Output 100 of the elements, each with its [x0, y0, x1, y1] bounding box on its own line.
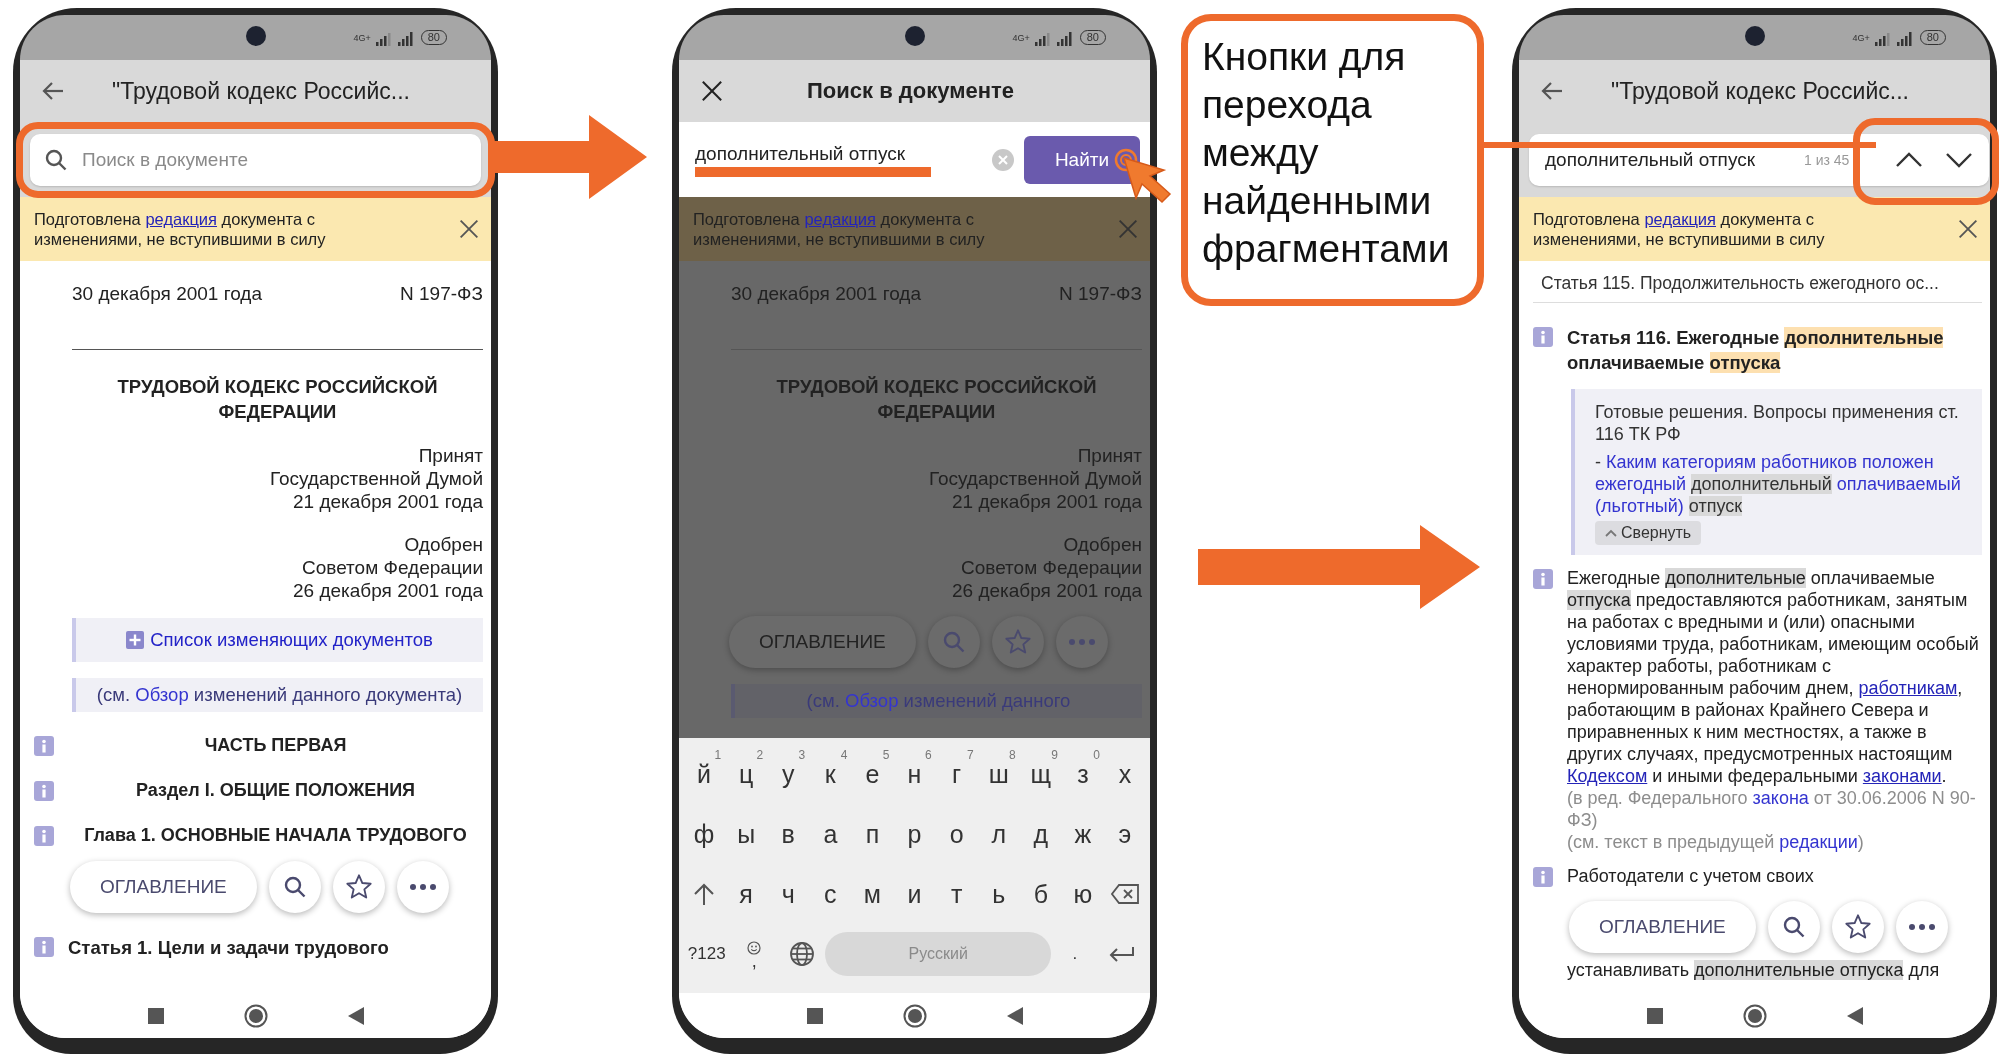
close-button[interactable] — [459, 219, 479, 239]
keyboard-key[interactable]: к 4 — [809, 748, 852, 800]
link[interactable]: редакция — [1644, 210, 1716, 228]
keyboard-key[interactable]: л — [977, 808, 1020, 860]
home-button[interactable] — [243, 1003, 268, 1028]
search-field[interactable]: дополнительный отпуск — [1543, 147, 1792, 172]
enter-icon — [1109, 946, 1136, 962]
keyboard-key[interactable]: о — [935, 808, 978, 860]
document-title: ТРУДОВОЙ КОДЕКС РОССИЙСКОЙ ФЕДЕРАЦИИ — [116, 375, 439, 424]
link[interactable]: редакции — [1779, 832, 1858, 852]
more-button[interactable] — [396, 861, 449, 913]
paragraph-text: (см. текст в предыдущей редакции) — [1567, 831, 1865, 853]
recents-button[interactable] — [806, 1007, 823, 1024]
section-heading: Глава 1. ОСНОВНЫЕ НАЧАЛА ТРУДОВОГО — [83, 824, 468, 847]
search-bar[interactable]: дополнительный отпуск 1 из 45 — [1529, 133, 1990, 186]
back-button[interactable] — [347, 1006, 364, 1025]
paragraph-text: Работодатели с учетом своих — [1567, 865, 1815, 887]
keyboard-key[interactable]: и — [893, 868, 936, 920]
document-number: N 197-ФЗ — [1059, 283, 1142, 305]
collapse-button[interactable]: Свернуть — [1595, 521, 1702, 545]
keyboard-key[interactable]: т — [935, 868, 978, 920]
keyboard-key[interactable]: ш 8 — [977, 748, 1020, 800]
chevron-up-icon — [1895, 151, 1924, 168]
keyboard-key[interactable]: ж — [1061, 808, 1104, 860]
link[interactable]: работникам — [1858, 678, 1958, 698]
keyboard-key[interactable]: э — [1103, 808, 1147, 860]
search-icon — [941, 630, 966, 654]
find-button[interactable]: Найти — [1024, 135, 1140, 184]
home-button[interactable] — [1742, 1003, 1767, 1028]
back-button[interactable] — [1541, 81, 1563, 101]
link[interactable]: законами — [1862, 766, 1942, 786]
keyboard-key[interactable]: ю — [1061, 868, 1104, 920]
close-button[interactable] — [1958, 219, 1978, 239]
keyboard-key[interactable]: р — [893, 808, 936, 860]
app-title: Поиск в документе — [806, 78, 1015, 104]
bookmark-button[interactable] — [1831, 901, 1884, 953]
keyboard-key[interactable]: б — [1019, 868, 1062, 920]
back-button[interactable] — [42, 81, 64, 101]
contents-button[interactable]: ОГЛАВЛЕНИЕ — [1569, 901, 1756, 953]
back-button[interactable] — [1006, 1006, 1023, 1025]
close-icon — [1118, 219, 1138, 239]
article-heading: Статья 116. Ежегодные дополнительные оплачиваемые отпуска — [1567, 326, 1945, 375]
recents-button[interactable] — [147, 1007, 164, 1024]
star-icon — [1843, 913, 1872, 941]
emoji-key[interactable]: , — [730, 928, 778, 980]
keyboard-key[interactable]: з 0 — [1061, 748, 1104, 800]
approval-text: Принят Государственной Думой 21 декабря 2001 года — [927, 444, 1142, 513]
search-button[interactable] — [268, 861, 321, 913]
globe-icon — [788, 941, 815, 967]
chevron-up-icon — [1605, 529, 1617, 537]
recents-button[interactable] — [1646, 1007, 1663, 1024]
link[interactable]: редакция — [145, 210, 217, 228]
search-icon — [44, 147, 68, 172]
keyboard-key[interactable]: ?123 — [683, 928, 731, 980]
search-button[interactable] — [1767, 901, 1820, 953]
star-icon — [1003, 628, 1032, 656]
paragraph-text: Ежегодные дополнительные оплачиваемые отпуска предоставляются работникам, занятым на работах с вредными и (или) опасными условиями труда, работникам, имеющим особый характер работы, работникам с ненормированным рабочим днем, работникам, работающим в районах Крайнего Севера и приравненных к ним местностях, а также в других случаях, предусмотренных настоящим Кодексом и иными федеральными законами. — [1567, 567, 1980, 787]
contents-button[interactable]: ОГЛАВЛЕНИЕ — [70, 861, 257, 913]
notice-text: Подготовлена редакция документа с изменениями, не вступившими в силу — [1533, 209, 1826, 249]
changes-link[interactable]: Список изменяющих документов — [150, 629, 433, 651]
keyboard-key[interactable]: г 7 — [935, 748, 978, 800]
more-icon — [1908, 924, 1935, 930]
keyboard-key[interactable]: я — [725, 868, 768, 920]
link[interactable]: закона — [1752, 788, 1809, 808]
keyboard-key[interactable]: с — [809, 868, 852, 920]
section-heading: ЧАСТЬ ПЕРВАЯ — [203, 734, 348, 757]
keyboard-key[interactable]: ь — [977, 868, 1020, 920]
bookmark-button[interactable] — [332, 861, 385, 913]
keyboard-key[interactable]: й 1 — [683, 748, 726, 800]
note-text: (см. Обзор изменений данного документа) — [96, 684, 463, 705]
close-button[interactable] — [701, 80, 723, 102]
keyboard-key[interactable]: х — [1103, 748, 1147, 800]
match-counter: 1 из 45 — [1804, 151, 1850, 168]
keyboard-key[interactable]: а — [809, 808, 852, 860]
keyboard-key[interactable]: ф — [683, 808, 726, 860]
keyboard-key[interactable]: н 6 — [893, 748, 936, 800]
related-link[interactable]: - Каким категориям работников положен ежегодный дополнительный оплачиваемый (льготный) отпуск — [1595, 451, 1972, 517]
keyboard-key[interactable]: ч — [767, 868, 810, 920]
link[interactable]: Обзор — [135, 684, 189, 705]
keyboard-key[interactable]: . — [1051, 928, 1099, 980]
keyboard-key[interactable]: ы — [725, 808, 768, 860]
camera-lens — [1744, 26, 1765, 46]
more-button[interactable] — [1895, 901, 1948, 953]
keyboard-key[interactable]: е 5 — [851, 748, 894, 800]
keyboard-key[interactable]: щ 9 — [1019, 748, 1062, 800]
keyboard-key[interactable]: у 3 — [767, 748, 810, 800]
search-field[interactable]: дополнительный отпуск — [695, 142, 931, 165]
search-field[interactable]: Поиск в документе — [80, 147, 481, 172]
keyboard-key[interactable]: м — [851, 868, 894, 920]
home-button[interactable] — [902, 1003, 927, 1028]
keyboard-key[interactable]: ц 2 — [725, 748, 768, 800]
keyboard-key[interactable]: в — [767, 808, 810, 860]
document-date: 30 декабря 2001 года — [731, 283, 922, 305]
search-bar[interactable]: Поиск в документе — [30, 133, 481, 186]
keyboard-key[interactable]: д — [1019, 808, 1062, 860]
back-button[interactable] — [1846, 1006, 1863, 1025]
keyboard-key[interactable]: п — [851, 808, 894, 860]
link[interactable]: Кодексом — [1567, 766, 1648, 786]
network-label: 4G+ — [1852, 32, 1870, 43]
article-heading: Статья 1. Цели и задачи трудового — [68, 936, 390, 960]
